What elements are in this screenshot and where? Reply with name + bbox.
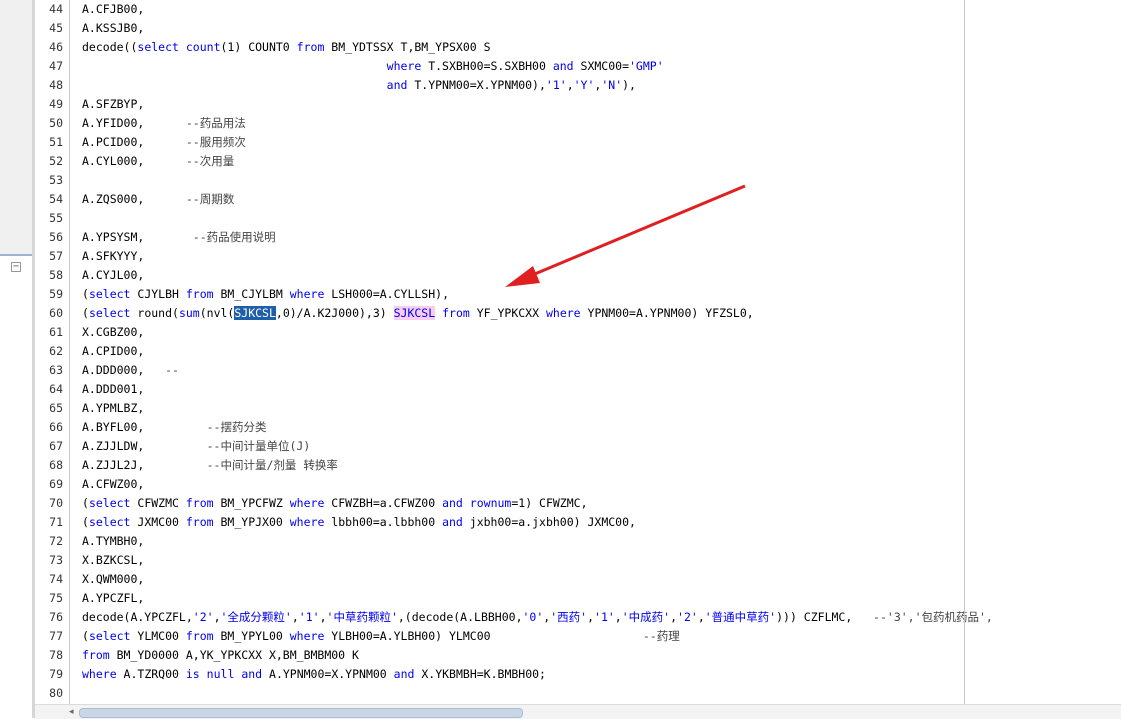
- annotation-arrow: [505, 184, 746, 287]
- annotation-arrow-head: [505, 266, 540, 287]
- annotation-arrow-shaft: [529, 184, 746, 278]
